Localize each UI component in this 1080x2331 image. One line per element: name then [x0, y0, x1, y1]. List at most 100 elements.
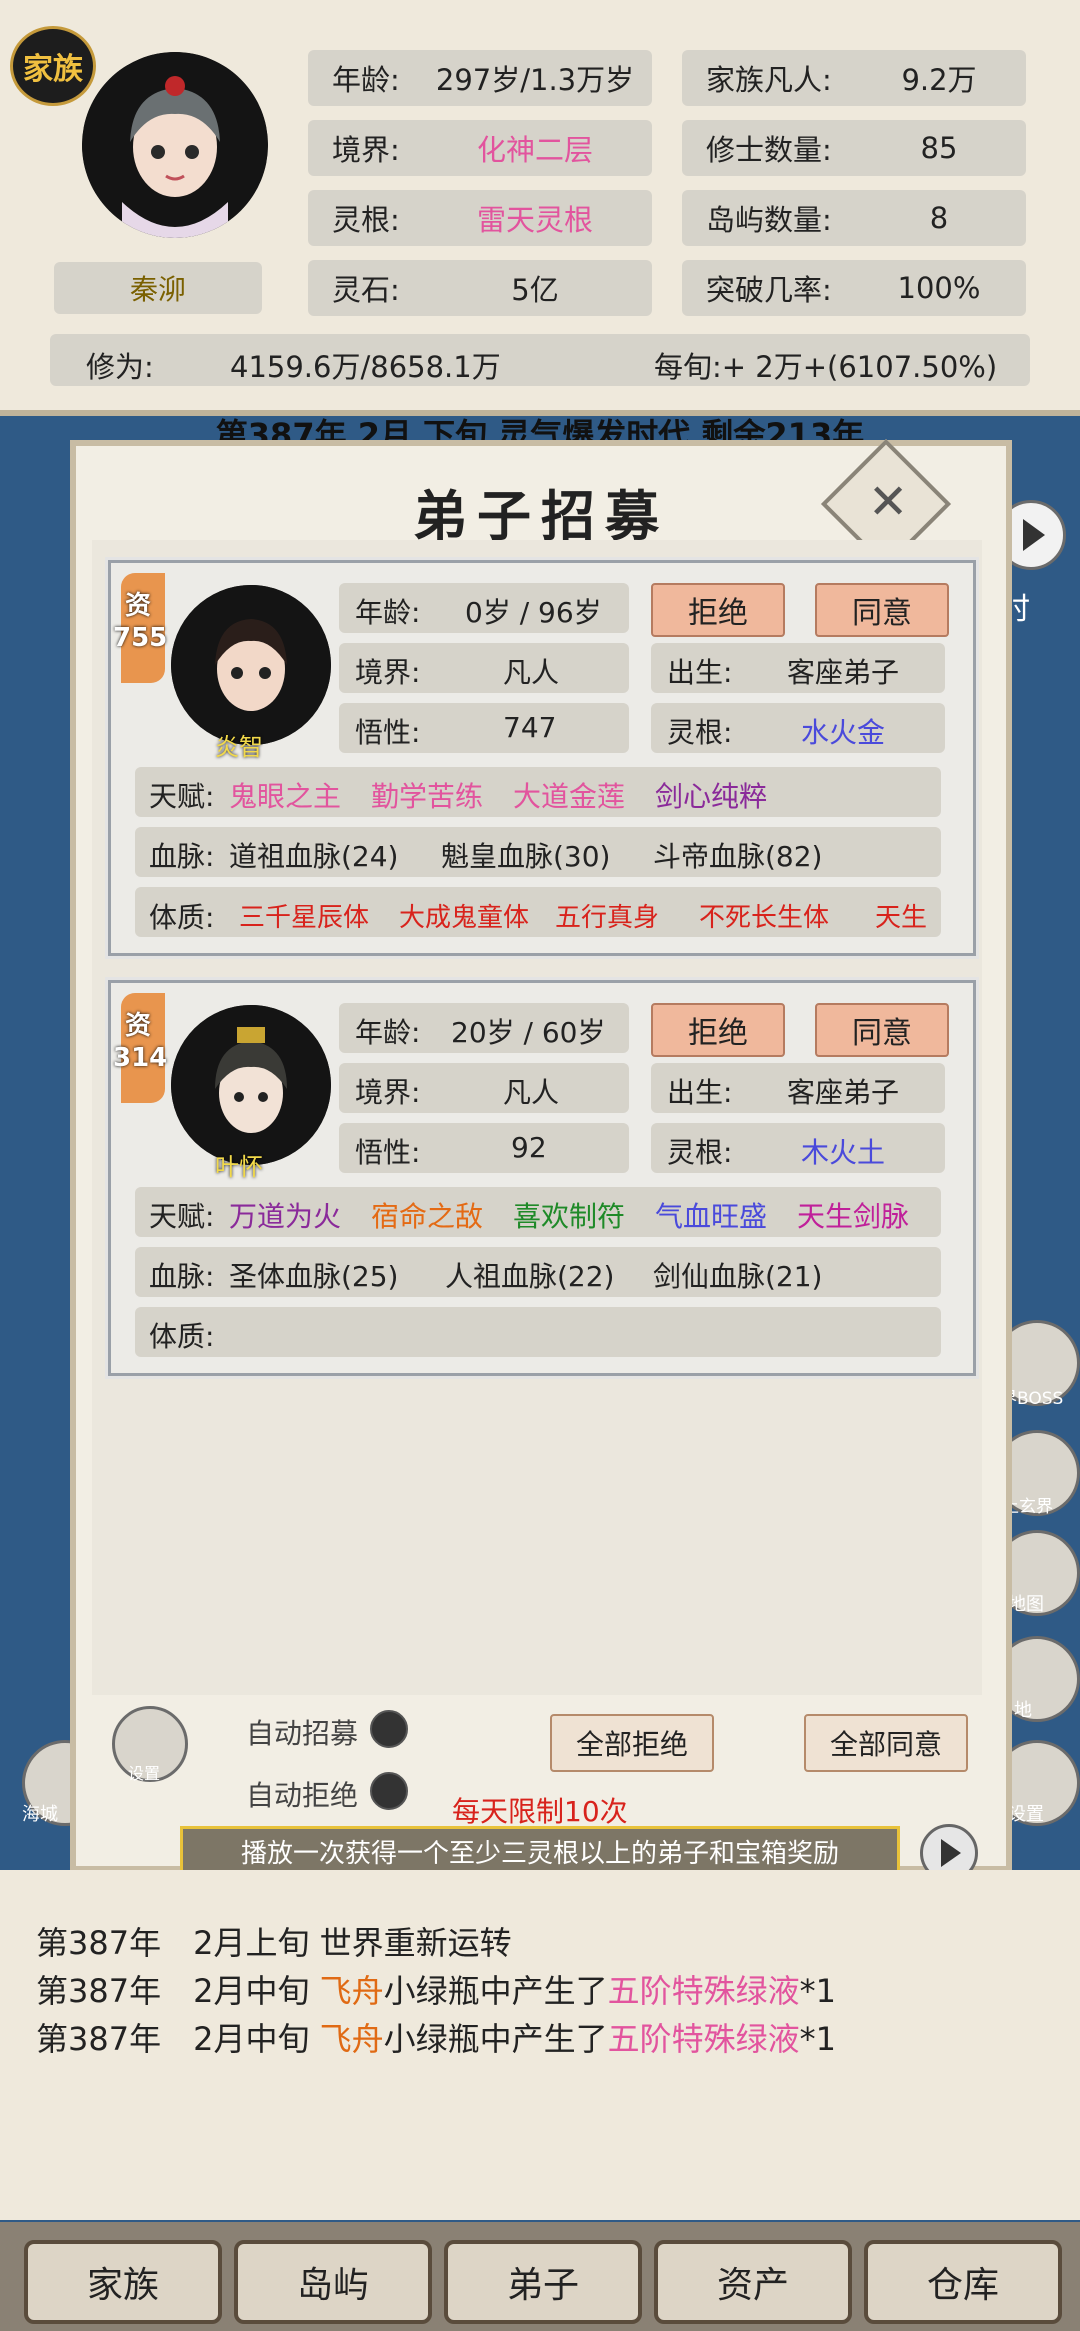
per-turn-value: 每旬:+ 2万+(6107.50%)	[654, 350, 998, 384]
field-value: 92	[511, 1131, 547, 1164]
log-highlight: 五阶特殊绿液	[607, 1972, 800, 2010]
disciple-card: 资 314 叶怀 年龄: 20岁 / 60岁 拒绝 同意 境界: 凡人 出生: …	[105, 977, 979, 1379]
bloodline-item: 圣体血脉(25)	[229, 1260, 399, 1293]
field-label: 境界:	[355, 1076, 421, 1109]
disciple-name: 炎智	[215, 733, 263, 761]
row-label: 体质:	[149, 901, 215, 934]
stat-value: 100%	[897, 271, 981, 305]
modal-settings-label: 设置	[128, 1764, 161, 1783]
bloodline-item: 剑仙血脉(21)	[653, 1260, 823, 1293]
bloodline-item: 道祖血脉(24)	[229, 840, 399, 873]
event-log[interactable]: 第387年 2月上旬 世界重新运转 第387年 2月中旬 飞舟小绿瓶中产生了五阶…	[0, 1870, 1080, 2220]
player-avatar[interactable]	[82, 52, 268, 238]
log-highlight: 飞舟	[319, 1972, 384, 2010]
talent-item: 宿命之敌	[371, 1200, 484, 1233]
stat-value: 9.2万	[901, 63, 977, 97]
stat-value: 8	[929, 201, 949, 235]
field-value: 0岁 / 96岁	[465, 596, 602, 629]
accept-button[interactable]: 同意	[815, 1003, 949, 1057]
log-text: 第387年 2月上旬 世界重新运转	[36, 1924, 512, 1962]
root-field: 灵根: 水火金	[651, 703, 945, 753]
bloodline-item: 斗帝血脉(82)	[653, 840, 823, 873]
settings-label: 设置	[1008, 1804, 1044, 1825]
auto-reject-label: 自动拒绝	[246, 1779, 359, 1812]
nav-disciples[interactable]: 弟子	[444, 2240, 642, 2324]
stat-label: 岛屿数量:	[706, 203, 832, 237]
stat-realm: 境界: 化神二层	[308, 120, 652, 176]
stat-label: 家族凡人:	[706, 63, 832, 97]
field-value: 木火土	[801, 1136, 886, 1169]
auto-recruit-toggle[interactable]	[370, 1710, 408, 1748]
stat-root: 灵根: 雷天灵根	[308, 190, 652, 246]
nav-islands[interactable]: 岛屿	[234, 2240, 432, 2324]
stat-value: 85	[920, 131, 958, 165]
stat-value: 雷天灵根	[476, 203, 593, 237]
auto-reject-toggle[interactable]	[370, 1772, 408, 1810]
row-label: 血脉:	[149, 1260, 215, 1293]
field-label: 灵根:	[667, 716, 733, 749]
reject-button[interactable]: 拒绝	[651, 583, 785, 637]
field-value: 凡人	[503, 656, 560, 689]
land-label: 地	[1014, 1700, 1032, 1721]
reject-all-button[interactable]: 全部拒绝	[550, 1714, 714, 1772]
cultivation-label: 修为:	[86, 350, 154, 384]
row-label: 天赋:	[149, 1200, 215, 1233]
cultivation-value: 4159.6万/8658.1万	[230, 350, 501, 384]
constitution-item: 大成鬼童体	[399, 903, 530, 933]
wisdom-field: 悟性: 747	[339, 703, 629, 753]
field-value: 20岁 / 60岁	[451, 1016, 606, 1049]
field-label: 境界:	[355, 656, 421, 689]
watch-ad-button[interactable]: 播放一次获得一个至少三灵根以上的弟子和宝箱奖励	[180, 1826, 900, 1876]
field-value: 水火金	[801, 716, 886, 749]
accept-button[interactable]: 同意	[815, 583, 949, 637]
player-name: 秦泖	[54, 262, 262, 314]
stat-value: 化神二层	[476, 133, 593, 167]
score-label: 资	[125, 1011, 152, 1041]
talent-item: 喜欢制符	[513, 1200, 626, 1233]
left-sea-strip	[0, 416, 70, 1836]
field-label: 悟性:	[355, 1136, 421, 1169]
nav-warehouse[interactable]: 仓库	[864, 2240, 1062, 2324]
constitution-item: 五行真身	[555, 903, 660, 933]
family-badge[interactable]: 家族	[10, 26, 96, 106]
constitution-row[interactable]: 体质: 三千星辰体 大成鬼童体 五行真身 不死长生体 天生	[135, 887, 941, 937]
row-label: 天赋:	[149, 780, 215, 813]
talent-item: 鬼眼之主	[229, 780, 342, 813]
nav-assets[interactable]: 资产	[654, 2240, 852, 2324]
bloodline-item: 魁皇血脉(30)	[441, 840, 611, 873]
row-label: 体质:	[149, 1320, 215, 1353]
stat-label: 突破几率:	[706, 273, 832, 307]
disciple-portrait-icon	[171, 1005, 331, 1165]
stat-label: 灵根:	[332, 203, 400, 237]
disciple-avatar[interactable]	[171, 585, 331, 745]
stat-stones: 灵石: 5亿	[308, 260, 652, 316]
header-panel: 家族 秦泖 年龄: 297岁/1.3万岁 境界: 化神二层 灵根: 雷天灵根 灵…	[0, 0, 1080, 416]
disciple-avatar[interactable]	[171, 1005, 331, 1165]
field-value: 客座弟子	[787, 1076, 900, 1109]
realm-field: 境界: 凡人	[339, 1063, 629, 1113]
stat-label: 灵石:	[332, 273, 400, 307]
log-text: 小绿瓶中产生了	[383, 1972, 608, 2010]
talent-item: 剑心纯粹	[655, 780, 768, 813]
log-highlight: 五阶特殊绿液	[607, 2020, 800, 2058]
log-text: 小绿瓶中产生了	[383, 2020, 608, 2058]
score-value: 314	[113, 1043, 168, 1073]
log-line: 第387年 2月中旬 飞舟小绿瓶中产生了五阶特殊绿液*1	[36, 1966, 836, 2012]
bloodline-row: 血脉: 圣体血脉(25) 人祖血脉(22) 剑仙血脉(21)	[135, 1247, 941, 1297]
row-label: 血脉:	[149, 840, 215, 873]
stat-label: 修士数量:	[706, 133, 832, 167]
map-label: 地图	[1008, 1594, 1044, 1615]
field-label: 年龄:	[355, 596, 421, 629]
accept-all-button[interactable]: 全部同意	[804, 1714, 968, 1772]
bloodline-item: 人祖血脉(22)	[445, 1260, 615, 1293]
stat-mortals: 家族凡人: 9.2万	[682, 50, 1026, 106]
stat-value: 5亿	[511, 273, 559, 307]
disciple-name: 叶怀	[215, 1153, 263, 1181]
log-text: *1	[799, 1972, 837, 2010]
root-field: 灵根: 木火土	[651, 1123, 945, 1173]
constitution-item: 天生	[875, 903, 928, 933]
field-value: 747	[503, 711, 557, 744]
nav-family[interactable]: 家族	[24, 2240, 222, 2324]
reject-button[interactable]: 拒绝	[651, 1003, 785, 1057]
stat-value: 297岁/1.3万岁	[435, 63, 635, 97]
